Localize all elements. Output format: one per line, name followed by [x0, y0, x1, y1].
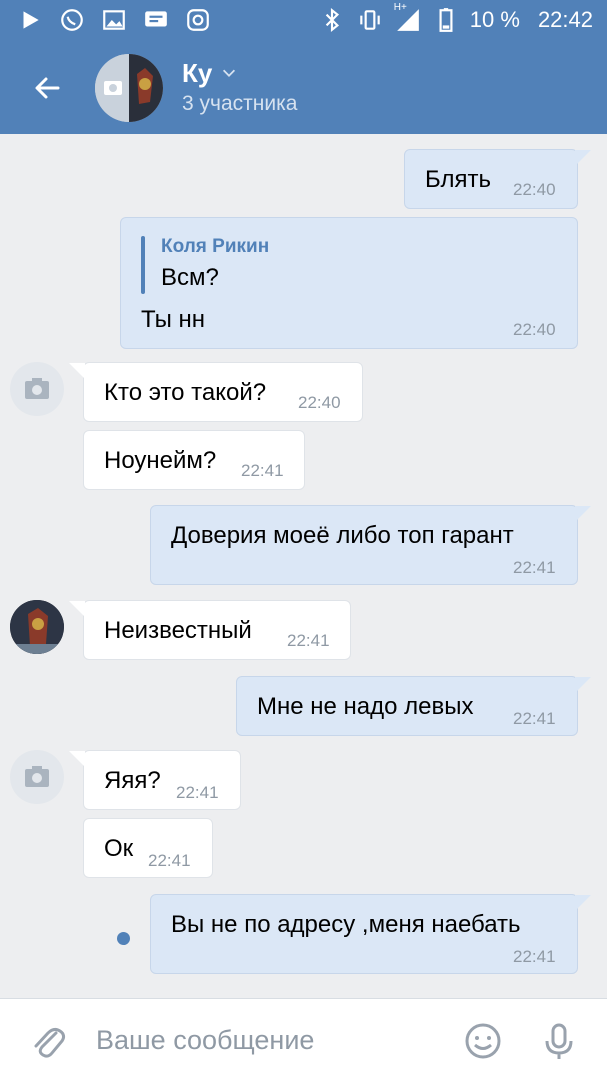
message-text: Ноунейм?: [104, 447, 217, 474]
clock: 22:42: [537, 7, 593, 32]
camera-icon: [25, 378, 49, 399]
message-outgoing[interactable]: Блять 22:40: [404, 149, 591, 209]
whatsapp-icon: [58, 6, 86, 34]
signal-icon: H+: [394, 2, 422, 34]
chevron-down-icon[interactable]: [220, 58, 238, 89]
chat-title[interactable]: Ку: [182, 58, 238, 89]
instagram-icon: [184, 6, 212, 34]
message-outgoing[interactable]: Мне не надо левых 22:41: [236, 676, 591, 736]
camera-icon: [25, 766, 49, 787]
message-time: 22:40: [513, 180, 556, 199]
chat-header: Ку 3 участника: [0, 44, 607, 134]
bluetooth-icon: [318, 6, 346, 34]
chat-title-text: Ку: [182, 58, 213, 88]
participants-count: 3 участника: [182, 92, 298, 115]
gallery-icon: [100, 6, 128, 34]
message-composer: Ваше сообщение: [0, 998, 607, 1080]
message-outgoing[interactable]: Доверия моеё либо топ гарант 22:41: [150, 505, 591, 585]
sender-avatar[interactable]: [10, 750, 64, 804]
message-text: Мне не надо левых: [257, 693, 474, 720]
message-text: Доверия моеё либо топ гарант: [171, 522, 514, 549]
message-time: 22:41: [176, 783, 219, 802]
message-outgoing-reply[interactable]: Коля Рикин Всм? Ты нн 22:40: [120, 217, 578, 349]
message-time: 22:41: [513, 558, 556, 577]
sender-avatar[interactable]: [10, 600, 64, 654]
message-text: Яяя?: [104, 767, 161, 794]
message-time: 22:41: [513, 709, 556, 728]
message-text: Ок: [104, 835, 134, 862]
reply-author[interactable]: Коля Рикин: [161, 236, 269, 258]
microphone-icon[interactable]: [537, 1019, 581, 1063]
reply-quote-bar: [141, 236, 145, 294]
play-icon: [16, 6, 44, 34]
message-time: 22:41: [287, 631, 330, 650]
message-text: Кто это такой?: [104, 379, 267, 406]
message-incoming[interactable]: Ок 22:41: [83, 818, 213, 878]
reply-text: Всм?: [161, 264, 219, 291]
message-time: 22:41: [148, 851, 191, 870]
message-incoming[interactable]: Ноунейм? 22:41: [83, 430, 305, 490]
message-input[interactable]: Ваше сообщение: [96, 1025, 314, 1056]
message-text: Ты нн: [141, 306, 206, 333]
battery-icon: [432, 6, 460, 34]
message-text: Вы не по адресу ,меня наебать: [171, 911, 521, 938]
battery-level: 10 %: [469, 7, 520, 32]
message-text: Блять: [425, 166, 491, 193]
message-incoming[interactable]: Яяя? 22:41: [69, 750, 241, 810]
message-text: Неизвестный: [104, 617, 252, 644]
emoji-icon[interactable]: [461, 1019, 505, 1063]
unread-indicator: [117, 932, 130, 945]
back-arrow-icon[interactable]: [28, 68, 68, 108]
message-time: 22:40: [298, 393, 341, 412]
user-photo-icon: [10, 600, 64, 654]
message-outgoing[interactable]: Вы не по адресу ,меня наебать 22:41: [150, 894, 591, 974]
message-list: Блять 22:40 Коля Рикин Всм? Ты нн 22:40 …: [0, 134, 607, 998]
paperclip-icon[interactable]: [26, 1019, 70, 1063]
status-bar: H+ 10 % 22:42: [0, 0, 607, 44]
message-time: 22:40: [513, 320, 556, 339]
sender-avatar[interactable]: [10, 362, 64, 416]
message-icon: [142, 6, 170, 34]
message-time: 22:41: [513, 947, 556, 966]
message-incoming[interactable]: Неизвестный 22:41: [69, 600, 351, 660]
chat-avatar[interactable]: [95, 54, 163, 122]
message-time: 22:41: [241, 461, 284, 480]
vibrate-icon: [356, 6, 384, 34]
message-incoming[interactable]: Кто это такой? 22:40: [69, 362, 363, 422]
